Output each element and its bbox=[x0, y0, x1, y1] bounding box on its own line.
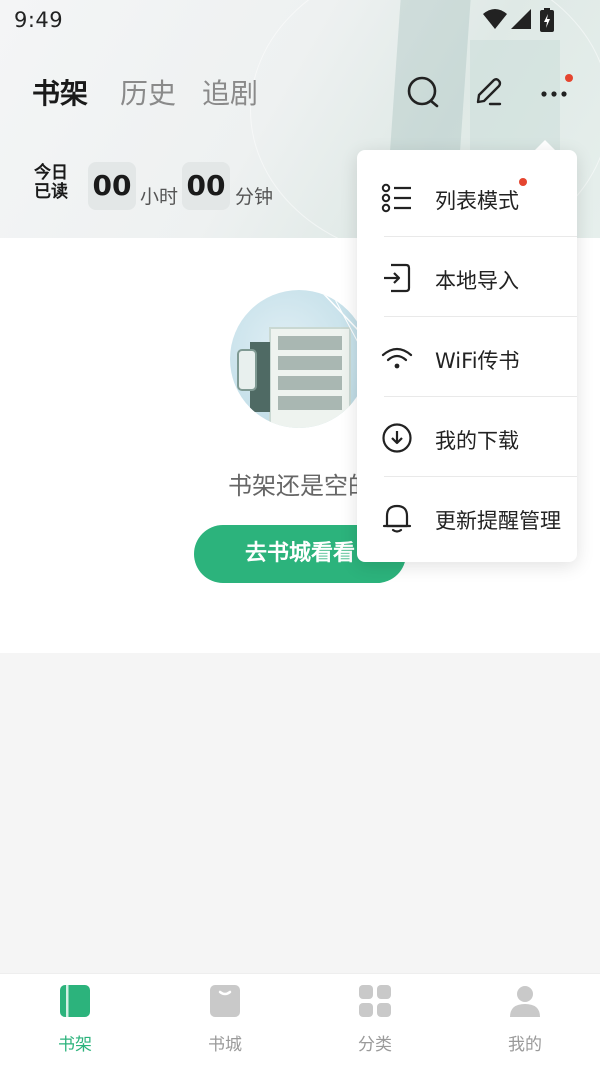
nav-item-profile[interactable]: 我的 bbox=[450, 984, 600, 1064]
list-mode-badge-dot bbox=[519, 178, 527, 186]
wifi-icon bbox=[381, 347, 413, 369]
bell-icon bbox=[382, 504, 412, 533]
nav-item-bookstore[interactable]: 书城 bbox=[150, 984, 300, 1064]
nav-item-category[interactable]: 分类 bbox=[300, 984, 450, 1064]
menu-item-list-mode[interactable]: 列表模式 bbox=[357, 156, 577, 236]
menu-item-wifi-transfer[interactable]: WiFi传书 bbox=[357, 316, 577, 396]
import-icon bbox=[384, 263, 411, 293]
tab-bookshelf[interactable]: 书架 bbox=[32, 72, 88, 112]
menu-item-update-reminder[interactable]: 更新提醒管理 bbox=[357, 476, 577, 556]
minutes-unit: 分钟 bbox=[235, 186, 274, 208]
today-read-label: 今日 已读 bbox=[34, 163, 68, 202]
search-icon bbox=[407, 76, 439, 108]
battery-icon bbox=[540, 8, 554, 32]
profile-icon bbox=[510, 986, 540, 1017]
more-badge-dot bbox=[565, 74, 573, 82]
search-button[interactable] bbox=[406, 74, 442, 110]
wifi-signal-icon bbox=[483, 9, 507, 29]
status-icons bbox=[448, 8, 556, 32]
content-gray-area bbox=[0, 653, 600, 973]
cell-signal-icon bbox=[511, 9, 531, 29]
more-button[interactable] bbox=[536, 74, 573, 110]
more-popup-menu: 列表模式 本地导入 WiFi传书 我的下载 更新提醒管理 bbox=[357, 150, 577, 562]
empty-shelf-illustration bbox=[230, 290, 368, 428]
bottom-nav: 书架 书城 分类 我的 bbox=[0, 973, 600, 1066]
hours-value: 00 bbox=[88, 162, 136, 210]
status-time: 9:49 bbox=[14, 8, 64, 32]
tab-history[interactable]: 历史 bbox=[120, 72, 176, 112]
tab-drama[interactable]: 追剧 bbox=[202, 72, 258, 112]
category-icon bbox=[359, 985, 391, 1017]
edit-button[interactable] bbox=[470, 74, 506, 110]
hours-unit: 小时 bbox=[140, 186, 179, 208]
menu-item-my-downloads[interactable]: 我的下载 bbox=[357, 396, 577, 476]
bookshelf-icon bbox=[60, 985, 90, 1017]
list-mode-icon bbox=[381, 183, 411, 213]
edit-icon bbox=[476, 78, 502, 106]
bookstore-icon bbox=[210, 985, 240, 1017]
minutes-value: 00 bbox=[182, 162, 230, 210]
status-bar: 9:49 bbox=[0, 0, 600, 40]
nav-item-bookshelf[interactable]: 书架 bbox=[0, 984, 150, 1064]
menu-item-local-import[interactable]: 本地导入 bbox=[357, 236, 577, 316]
download-icon bbox=[382, 423, 412, 453]
